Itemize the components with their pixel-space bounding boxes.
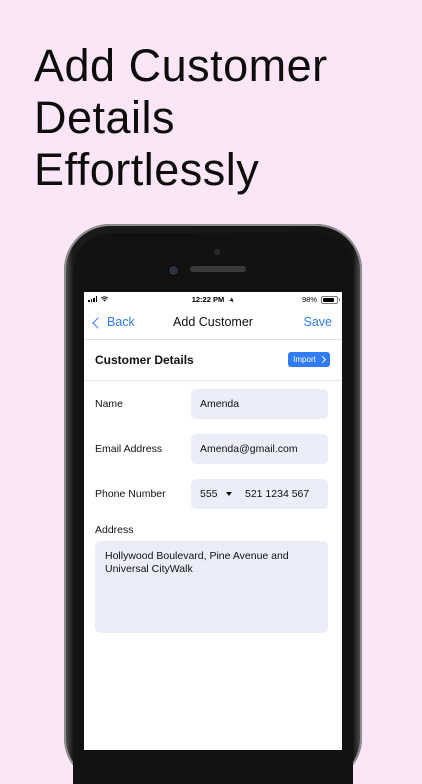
status-bar: 12:22 PM ➤ 98% <box>84 292 342 307</box>
caret-down-icon[interactable] <box>226 492 232 496</box>
phone-row: Phone Number 555 521 1234 567 <box>84 479 342 509</box>
address-label: Address <box>95 524 134 536</box>
name-row: Name Amenda <box>84 389 342 419</box>
phone-number-input[interactable]: 521 1234 567 <box>245 488 309 500</box>
status-time-text: 12:22 PM <box>191 295 225 304</box>
earpiece-speaker <box>190 266 246 272</box>
name-label: Name <box>95 398 124 410</box>
battery-percent: 98% <box>301 295 317 304</box>
front-camera <box>169 266 178 275</box>
proximity-sensor <box>214 249 220 255</box>
customer-details-header: Customer Details Import <box>84 340 342 381</box>
email-row: Email Address Amenda@gmail.com <box>84 434 342 464</box>
name-field[interactable]: Amenda <box>191 389 328 419</box>
location-arrow-icon: ➤ <box>227 296 236 305</box>
headline-line-2: Details <box>34 92 176 143</box>
headline-line-3: Effortlessly <box>34 144 260 195</box>
chevron-right-icon <box>318 355 326 364</box>
section-title: Customer Details <box>95 353 194 367</box>
import-button[interactable]: Import <box>288 352 330 367</box>
battery-icon <box>321 295 340 304</box>
status-right: 98% <box>301 295 340 304</box>
phone-label: Phone Number <box>95 488 166 500</box>
navigation-bar: Back Add Customer Save <box>84 307 342 340</box>
address-textarea[interactable]: Hollywood Boulevard, Pine Avenue and Uni… <box>95 541 328 633</box>
email-label: Email Address <box>95 443 163 455</box>
email-field[interactable]: Amenda@gmail.com <box>191 434 328 464</box>
import-button-label: Import <box>293 355 316 364</box>
save-button[interactable]: Save <box>304 315 333 329</box>
country-code-select[interactable]: 555 <box>200 488 226 500</box>
headline-line-1: Add Customer <box>34 40 328 91</box>
app-screen: 12:22 PM ➤ 98% Back Add Customer Save Cus… <box>84 292 342 750</box>
phone-field: 555 521 1234 567 <box>191 479 328 509</box>
headline: Add Customer Details Effortlessly <box>34 40 414 196</box>
